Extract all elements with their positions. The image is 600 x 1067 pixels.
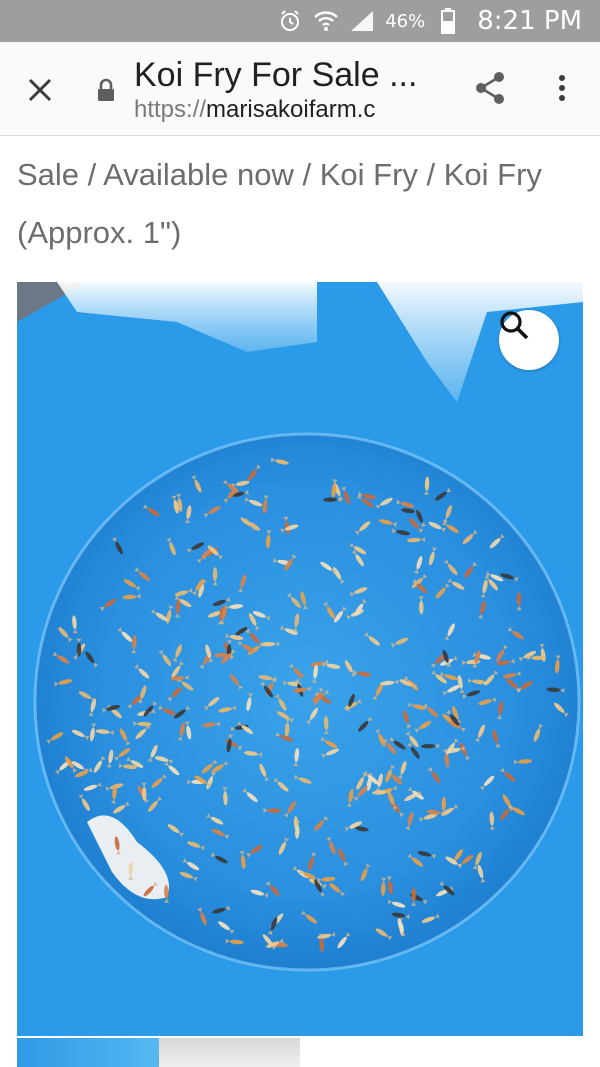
breadcrumb[interactable]: Sale / Available now / Koi Fry / Koi Fry… xyxy=(17,146,592,262)
more-vert-icon[interactable] xyxy=(544,68,580,108)
zoom-button[interactable] xyxy=(499,310,559,370)
thumbnail-1[interactable] xyxy=(17,1038,159,1067)
magnifier-icon xyxy=(500,311,529,340)
page-url[interactable]: https://marisakoifarm.c xyxy=(134,96,438,124)
status-clock: 8:21 PM xyxy=(477,6,582,36)
browser-toolbar: Koi Fry For Sale ... https://marisakoifa… xyxy=(0,42,600,136)
close-icon[interactable] xyxy=(20,70,60,110)
lock-icon xyxy=(96,78,116,102)
share-icon[interactable] xyxy=(470,68,510,108)
battery-percent: 46% xyxy=(385,10,426,32)
battery-icon xyxy=(435,8,461,34)
product-image[interactable] xyxy=(17,282,583,1036)
koi-fry-photo xyxy=(17,282,583,1036)
thumbnail-2[interactable] xyxy=(159,1038,300,1067)
signal-icon xyxy=(349,8,375,34)
page-title[interactable]: Koi Fry For Sale ... xyxy=(134,56,434,95)
status-bar: 46% 8:21 PM xyxy=(0,0,600,42)
url-host: marisakoifarm.c xyxy=(206,96,376,123)
url-scheme: https:// xyxy=(134,96,207,123)
alarm-icon xyxy=(277,8,303,34)
wifi-icon xyxy=(313,8,339,34)
